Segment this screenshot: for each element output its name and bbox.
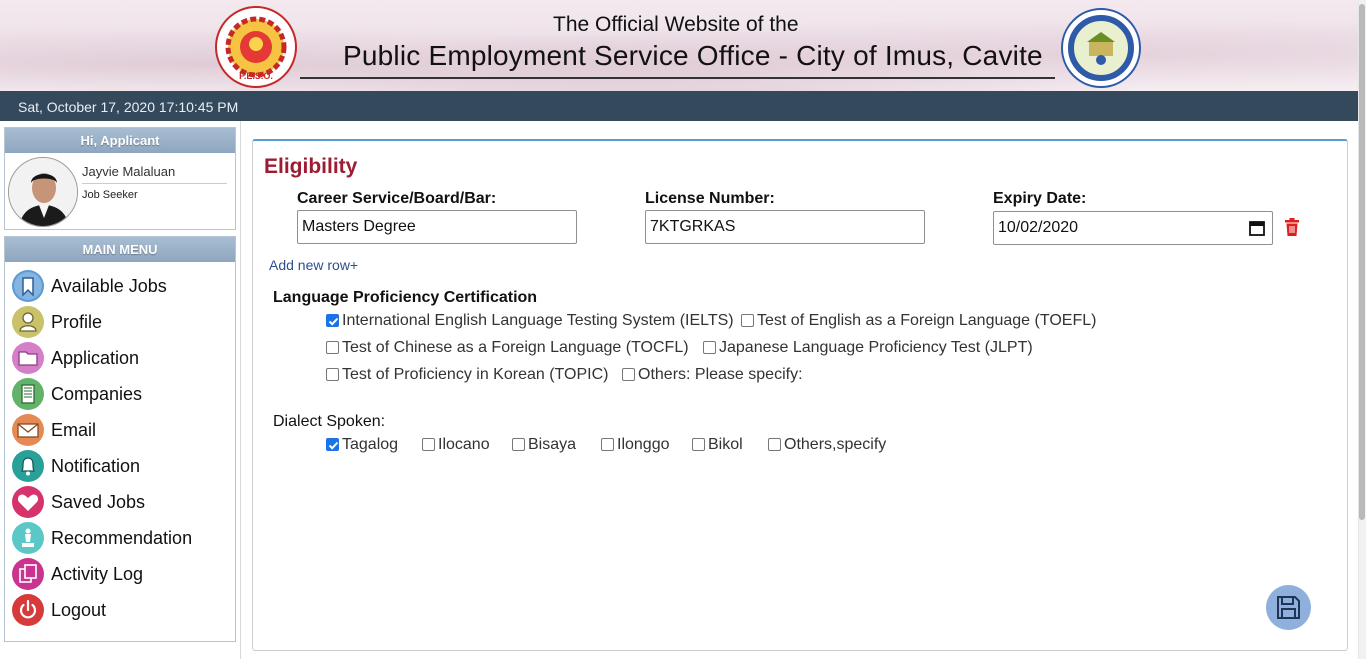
expiry-date-value: 10/02/2020 xyxy=(998,219,1079,236)
datetime-text: Sat, October 17, 2020 17:10:45 PM xyxy=(18,99,239,115)
checkbox-label: Bikol xyxy=(708,436,743,453)
career-service-input[interactable] xyxy=(297,210,577,244)
menu-item-label: Companies xyxy=(51,384,143,404)
menu-item-application[interactable]: Application xyxy=(12,342,232,376)
checkbox-label: Ilonggo xyxy=(617,436,670,453)
checkbox-label: Bisaya xyxy=(528,436,577,453)
user-card: Hi, Applicant Jayvie Malaluan Job Seeker xyxy=(4,127,236,230)
checkbox-box[interactable] xyxy=(692,438,705,451)
folder-icon xyxy=(12,342,44,374)
career-service-label: Career Service/Board/Bar: xyxy=(297,190,497,207)
menu-item-logout[interactable]: Logout xyxy=(12,594,232,628)
user-role: Job Seeker xyxy=(82,189,138,201)
user-greeting: Hi, Applicant xyxy=(5,128,235,153)
menu-item-saved-jobs[interactable]: Saved Jobs xyxy=(12,486,232,520)
checkbox-label: Test of Proficiency in Korean (TOPIC) xyxy=(342,366,609,383)
menu-item-label: Profile xyxy=(51,312,103,332)
save-button[interactable] xyxy=(1266,585,1311,630)
header-title: Public Employment Service Office - City … xyxy=(343,40,1043,71)
menu-item-label: Logout xyxy=(51,600,107,620)
checkbox-box[interactable] xyxy=(601,438,614,451)
checkbox-box[interactable] xyxy=(768,438,781,451)
peso-logo: P.E.S.O. xyxy=(215,6,297,88)
eligibility-title: Eligibility xyxy=(264,155,358,178)
checkbox-box[interactable] xyxy=(326,368,339,381)
delete-row-icon[interactable] xyxy=(1283,218,1301,237)
checkbox-label: Tagalog xyxy=(342,436,399,453)
menu-item-email[interactable]: Email xyxy=(12,414,232,448)
power-icon xyxy=(12,594,44,626)
checkbox-box[interactable] xyxy=(622,368,635,381)
menu-item-companies[interactable]: Companies xyxy=(12,378,232,412)
checkbox-box[interactable] xyxy=(422,438,435,451)
datetime-bar: Sat, October 17, 2020 17:10:45 PM xyxy=(0,91,1358,121)
envelope-icon xyxy=(12,414,44,446)
checkbox-label: Others,specify xyxy=(784,436,887,453)
checkbox-box[interactable] xyxy=(741,314,754,327)
menu-item-label: Activity Log xyxy=(51,564,144,584)
checkbox-box[interactable] xyxy=(326,438,339,451)
checkbox-box[interactable] xyxy=(326,341,339,354)
expiry-date-input[interactable]: 10/02/2020 xyxy=(993,211,1273,245)
menu-item-available-jobs[interactable]: Available Jobs xyxy=(12,270,232,304)
user-divider xyxy=(82,183,227,184)
checkbox-label: Ilocano xyxy=(438,436,490,453)
scrollbar-thumb[interactable] xyxy=(1359,4,1365,520)
imus-city-seal xyxy=(1059,8,1143,88)
menu-item-activity-log[interactable]: Activity Log xyxy=(12,558,232,592)
checkbox-label: Test of English as a Foreign Language (T… xyxy=(757,312,1097,329)
checkbox-label: Japanese Language Proficiency Test (JLPT… xyxy=(719,339,1033,356)
checkbox-label: Others: Please specify: xyxy=(638,366,803,383)
checkbox-label: International English Language Testing S… xyxy=(342,312,734,329)
language-proficiency-title: Language Proficiency Certification xyxy=(273,289,538,306)
menu-item-recommendation[interactable]: Recommendation xyxy=(12,522,232,556)
calendar-icon[interactable] xyxy=(1248,219,1266,237)
copy-icon xyxy=(12,558,44,590)
user-icon xyxy=(12,306,44,338)
menu-item-label: Recommendation xyxy=(51,528,193,548)
heart-icon xyxy=(12,486,44,518)
checkbox-box[interactable] xyxy=(326,314,339,327)
menu-item-notification[interactable]: Notification xyxy=(12,450,232,484)
bell-icon xyxy=(12,450,44,482)
menu-item-label: Application xyxy=(51,348,140,368)
header-subtitle: The Official Website of the xyxy=(553,13,799,36)
header-underline xyxy=(300,77,1055,79)
site-header: P.E.S.O. The Official Website of the Pub… xyxy=(0,0,1358,91)
menu-item-profile[interactable]: Profile xyxy=(12,306,232,340)
user-name: Jayvie Malaluan xyxy=(82,164,176,179)
license-number-label: License Number: xyxy=(645,190,775,207)
expiry-date-label: Expiry Date: xyxy=(993,190,1087,207)
sidebar-divider xyxy=(240,121,241,659)
menu-item-label: Email xyxy=(51,420,97,440)
checkbox-box[interactable] xyxy=(703,341,716,354)
page-scrollbar[interactable] xyxy=(1358,0,1366,659)
svg-text:P.E.S.O.: P.E.S.O. xyxy=(239,71,273,81)
floppy-disk-icon xyxy=(1277,596,1300,619)
menu-item-label: Available Jobs xyxy=(51,276,167,296)
menu-item-label: Saved Jobs xyxy=(51,492,146,512)
license-number-input[interactable] xyxy=(645,210,925,244)
main-menu-title: MAIN MENU xyxy=(5,237,235,262)
checkbox-box[interactable] xyxy=(512,438,525,451)
building-icon xyxy=(12,378,44,410)
dialect-title: Dialect Spoken: xyxy=(273,413,386,430)
menu-item-label: Notification xyxy=(51,456,141,476)
checkbox-label: Test of Chinese as a Foreign Language (T… xyxy=(342,339,689,356)
bookmark-icon xyxy=(12,270,44,302)
chess-icon xyxy=(12,522,44,554)
avatar xyxy=(8,157,78,227)
main-menu: MAIN MENU Available Jobs Profile Applica… xyxy=(4,236,236,642)
add-new-row-link[interactable]: Add new row+ xyxy=(269,257,358,273)
